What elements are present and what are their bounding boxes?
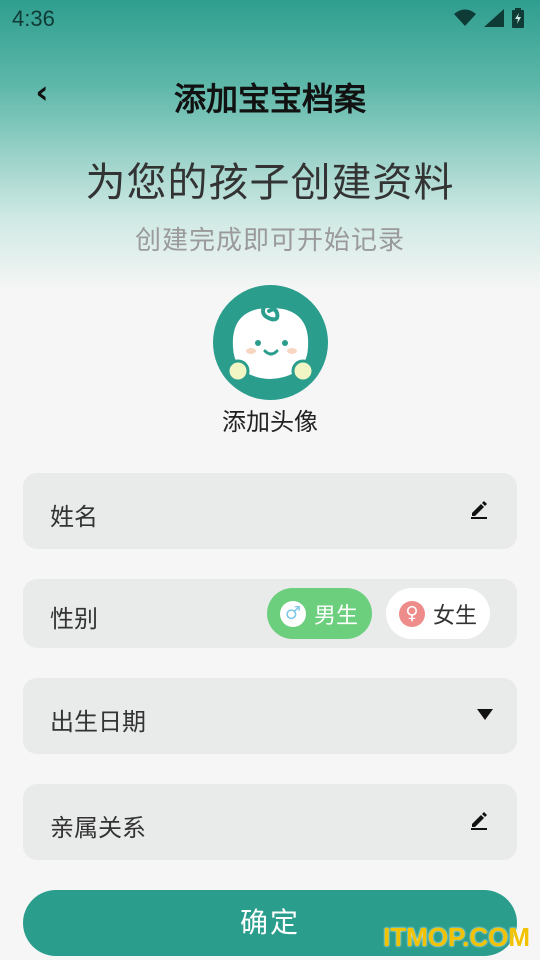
gender-male-button[interactable]: ♂ 男生 <box>267 588 372 639</box>
birthdate-label: 出生日期 <box>50 708 146 736</box>
hero-subtitle: 创建完成即可开始记录 <box>134 226 405 256</box>
male-icon: ♂ <box>280 600 306 627</box>
birthdate-field[interactable]: 出生日期 <box>23 678 517 754</box>
name-label: 姓名 <box>50 503 98 531</box>
name-field[interactable]: 姓名 <box>23 473 517 549</box>
page-title: 添加宝宝档案 <box>173 80 366 118</box>
gender-label: 性别 <box>50 605 98 633</box>
wifi-icon <box>454 9 476 26</box>
status-time: 4:36 <box>12 6 55 31</box>
baby-avatar-icon[interactable] <box>213 285 328 400</box>
hero-title: 为您的孩子创建资料 <box>85 160 455 206</box>
dropdown-arrow-icon[interactable] <box>477 709 493 720</box>
status-icons <box>454 8 524 28</box>
gender-female-button[interactable]: ♀ 女生 <box>386 588 490 639</box>
add-avatar-label[interactable]: 添加头像 <box>0 402 540 437</box>
edit-icon[interactable] <box>469 810 489 830</box>
app-header: ‹ 添加宝宝档案 <box>0 68 540 124</box>
signal-icon <box>484 9 504 27</box>
watermark: ITMOP.COM <box>383 922 530 952</box>
edit-icon[interactable] <box>469 499 489 519</box>
female-icon: ♀ <box>399 600 425 627</box>
status-bar: 4:36 <box>0 0 540 38</box>
battery-icon <box>512 8 524 28</box>
relation-field[interactable]: 亲属关系 <box>23 784 517 860</box>
gender-field: 性别 ♂ 男生 ♀ 女生 <box>23 579 517 648</box>
male-label: 男生 <box>314 603 359 629</box>
relation-label: 亲属关系 <box>50 814 146 842</box>
female-label: 女生 <box>433 603 478 629</box>
